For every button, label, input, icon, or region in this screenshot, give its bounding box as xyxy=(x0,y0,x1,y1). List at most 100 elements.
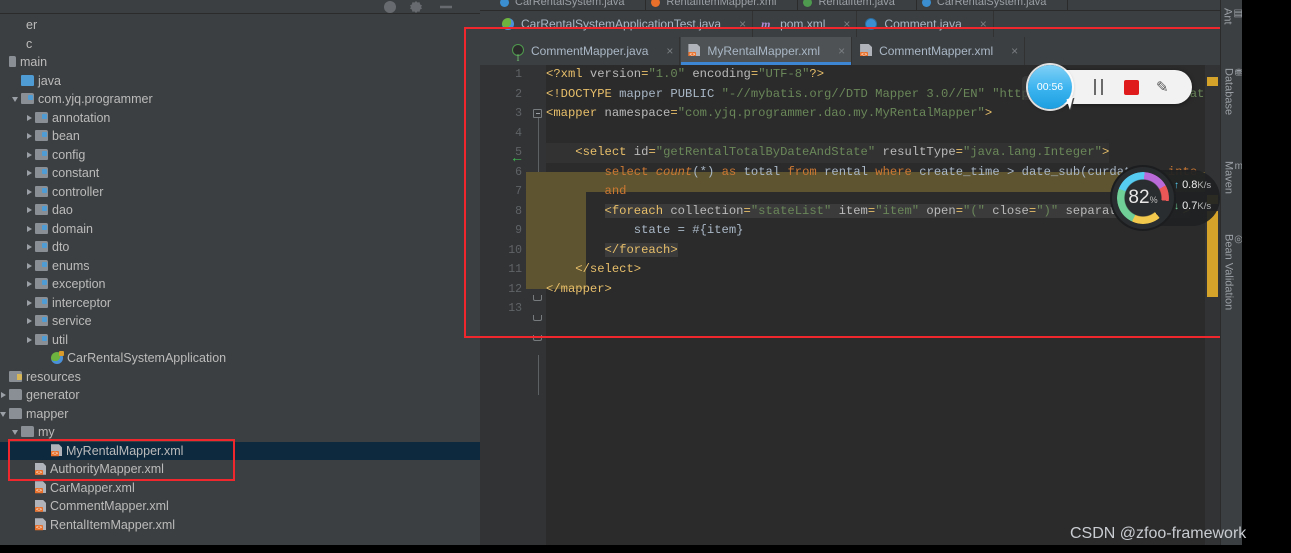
editor-tab-comment-java[interactable]: Comment.java × xyxy=(858,11,994,37)
chevron-down-icon[interactable] xyxy=(12,95,21,104)
editor-tabs-row-top[interactable]: CarRentalSystem.java RentalItemMapper.xml… xyxy=(480,0,1220,11)
editor-tab-label: RentalItemMapper.xml xyxy=(666,0,777,8)
tool-window-button-database[interactable]: ⛃ Database xyxy=(1221,64,1243,139)
chevron-right-icon[interactable] xyxy=(0,391,9,400)
recording-timer[interactable]: 00:56 xyxy=(1028,65,1072,109)
chevron-right-icon[interactable] xyxy=(26,280,35,289)
editor-tab-myrentalmapper-xml[interactable]: MyRentalMapper.xml × xyxy=(681,37,853,65)
tree-item-c[interactable]: c xyxy=(0,35,480,54)
tree-item-bean[interactable]: bean xyxy=(0,127,480,146)
warning-marker[interactable] xyxy=(1207,211,1218,297)
tree-item-myrentalmapper-xml[interactable]: MyRentalMapper.xml xyxy=(0,441,480,460)
project-toolbar[interactable] xyxy=(0,0,480,14)
upload-speed-value: 0.8 xyxy=(1182,179,1198,191)
chevron-right-icon[interactable] xyxy=(26,169,35,178)
editor-tab-clipped[interactable]: RentalItem.java xyxy=(798,0,917,10)
pencil-annotate-icon[interactable]: ✎ xyxy=(1156,78,1169,96)
java-file-icon xyxy=(500,0,509,7)
chevron-right-icon[interactable] xyxy=(26,336,35,345)
tree-item-main[interactable]: main xyxy=(0,53,480,72)
close-tab-icon[interactable]: × xyxy=(843,11,850,37)
tree-item-java[interactable]: java xyxy=(0,72,480,91)
chevron-right-icon[interactable] xyxy=(26,206,35,215)
code-folding-column[interactable] xyxy=(530,65,546,553)
tree-item-controller[interactable]: controller xyxy=(0,183,480,202)
tree-item-constant[interactable]: constant xyxy=(0,164,480,183)
editor-tab-clipped[interactable]: CarRentalSystem.java xyxy=(917,0,1069,10)
tool-window-button-maven[interactable]: m Maven xyxy=(1221,157,1243,212)
tree-item-carrentalsystemapplication[interactable]: CarRentalSystemApplication xyxy=(0,349,480,368)
chevron-right-icon[interactable] xyxy=(26,225,35,234)
tree-item-resources[interactable]: resources xyxy=(0,368,480,387)
close-tab-icon[interactable]: × xyxy=(1011,37,1018,65)
fold-end-marker[interactable] xyxy=(533,295,542,301)
screen-recorder-toolbar[interactable]: 00:56 ✎ xyxy=(1028,65,1192,109)
java-interface-icon xyxy=(512,44,524,72)
chevron-right-icon[interactable] xyxy=(26,262,35,271)
tree-item-exception[interactable]: exception xyxy=(0,275,480,294)
tree-item-domain[interactable]: domain xyxy=(0,220,480,239)
editor-tabs-row-1[interactable]: CarRentalSystemApplicationTest.java × m pom… xyxy=(480,11,1220,37)
settings-gear-icon[interactable] xyxy=(410,1,422,13)
tree-item-com-yjq-programmer[interactable]: com.yjq.programmer xyxy=(0,90,480,109)
fold-end-marker[interactable] xyxy=(533,335,542,341)
close-tab-icon[interactable]: × xyxy=(739,11,746,37)
chevron-down-icon[interactable] xyxy=(12,428,21,437)
chevron-right-icon[interactable] xyxy=(26,132,35,141)
close-tab-icon[interactable]: × xyxy=(666,37,673,65)
editor-tab-commentmapper-xml[interactable]: CommentMapper.xml × xyxy=(853,37,1026,65)
editor-marker-strip[interactable] xyxy=(1205,65,1220,553)
editor-tab-clipped[interactable]: CarRentalSystem.java xyxy=(495,0,647,10)
tree-item-annotation[interactable]: annotation xyxy=(0,109,480,128)
chevron-down-icon[interactable] xyxy=(0,410,9,419)
right-tool-window-bar[interactable]: ▤ Ant ⛃ Database m Maven ◎ Bean Validation xyxy=(1220,0,1243,553)
tree-item-my[interactable]: my xyxy=(0,423,480,442)
editor-tab-pom-xml[interactable]: m pom.xml × xyxy=(754,11,858,37)
chevron-right-icon[interactable] xyxy=(26,299,35,308)
stop-recording-button[interactable] xyxy=(1124,80,1139,95)
package-icon xyxy=(35,148,48,160)
collapse-all-icon[interactable] xyxy=(384,1,396,13)
tree-item-carmapper-xml[interactable]: CarMapper.xml xyxy=(0,479,480,498)
tree-item-config[interactable]: config xyxy=(0,146,480,165)
tree-item-commentmapper-xml[interactable]: CommentMapper.xml xyxy=(0,497,480,516)
tree-item-er[interactable]: er xyxy=(0,16,480,35)
tree-item-generator[interactable]: generator xyxy=(0,386,480,405)
tree-item-authoritymapper-xml[interactable]: AuthorityMapper.xml xyxy=(0,460,480,479)
editor-tab-carrentalsystemapplicationtest-java[interactable]: CarRentalSystemApplicationTest.java × xyxy=(495,11,754,37)
tree-item-enums[interactable]: enums xyxy=(0,257,480,276)
project-tool-window[interactable]: er c main java com.yjq.programmer annotation b… xyxy=(0,0,480,553)
editor-tabs-row-2[interactable]: CommentMapper.java×MyRentalMapper.xml×Co… xyxy=(480,37,1220,72)
tree-item-interceptor[interactable]: interceptor xyxy=(0,294,480,313)
tree-item-util[interactable]: util xyxy=(0,331,480,350)
editor-tab-commentmapper-java[interactable]: CommentMapper.java × xyxy=(505,37,681,72)
tree-item-service[interactable]: service xyxy=(0,312,480,331)
code-text-content[interactable]: <?xml version="1.0" encoding="UTF-8"?> <… xyxy=(526,65,1220,553)
fold-end-marker[interactable] xyxy=(533,315,542,321)
tree-item-dto[interactable]: dto xyxy=(0,238,480,257)
code-editor[interactable]: 1 2 3 4 5 6 7 8 9 10 11 12 13 ← <?xml version="1.0" … xyxy=(480,65,1220,553)
pause-recording-button[interactable] xyxy=(1094,79,1105,95)
network-speed-widget[interactable]: 82% ↑ 0.8K/s ↓ 0.7K/s xyxy=(1112,167,1220,229)
fold-marker[interactable] xyxy=(533,109,542,118)
editor-tab-clipped[interactable]: RentalItemMapper.xml xyxy=(646,0,799,10)
warning-marker[interactable] xyxy=(1207,77,1218,86)
chevron-right-icon[interactable] xyxy=(26,243,35,252)
tool-window-button-ant[interactable]: ▤ Ant xyxy=(1221,4,1243,46)
project-tree[interactable]: er c main java com.yjq.programmer annotation b… xyxy=(0,16,480,534)
hide-panel-icon[interactable] xyxy=(440,5,452,9)
chevron-right-icon[interactable] xyxy=(26,317,35,326)
chevron-right-icon[interactable] xyxy=(26,151,35,160)
line-number: 9 xyxy=(515,224,522,237)
tree-item-dao[interactable]: dao xyxy=(0,201,480,220)
tree-item-rentalitemmapper-xml[interactable]: RentalItemMapper.xml xyxy=(0,516,480,535)
run-gutter-arrow-icon[interactable]: ← xyxy=(510,148,524,168)
tree-item-mapper[interactable]: mapper xyxy=(0,405,480,424)
close-tab-icon[interactable]: × xyxy=(838,37,845,65)
chevron-right-icon[interactable] xyxy=(26,114,35,123)
line-number: 1 xyxy=(515,68,522,81)
close-tab-icon[interactable]: × xyxy=(980,11,987,37)
tool-window-button-bean-validation[interactable]: ◎ Bean Validation xyxy=(1221,230,1243,351)
chevron-right-icon[interactable] xyxy=(26,188,35,197)
